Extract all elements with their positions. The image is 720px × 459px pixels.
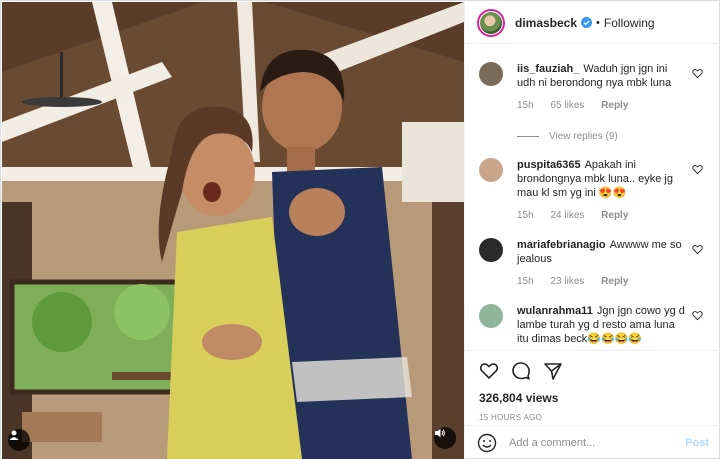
action-icons: [479, 359, 707, 383]
comment-likes[interactable]: 65 likes: [550, 100, 584, 111]
comment-age[interactable]: 15h: [517, 100, 534, 111]
reply-button[interactable]: Reply: [601, 100, 628, 111]
post-comment-button[interactable]: Post: [685, 437, 709, 449]
view-replies-label: View replies (9): [549, 131, 618, 142]
header-separator: •: [596, 16, 600, 29]
author-username[interactable]: dimasbeck: [515, 16, 577, 30]
comment-username[interactable]: iis_fauziah_: [517, 63, 579, 75]
post-actions: 326,804 views 15 HOURS AGO: [465, 350, 720, 422]
reply-button[interactable]: Reply: [601, 210, 628, 221]
share-icon[interactable]: [543, 361, 563, 381]
add-comment-input[interactable]: [509, 436, 686, 449]
comment-age[interactable]: 15h: [517, 276, 534, 287]
comment-body: mariafebrianagio Awwww me so jealous: [517, 238, 687, 266]
comment-username[interactable]: wulanrahma11: [517, 305, 593, 317]
like-comment-heart-icon[interactable]: [692, 68, 703, 79]
user-tag-button[interactable]: [8, 429, 30, 451]
post-video[interactable]: [2, 2, 464, 459]
commenter-avatar[interactable]: [479, 304, 503, 328]
comment-meta: 15h 23 likes Reply: [517, 276, 642, 287]
sound-button[interactable]: [434, 427, 456, 449]
comment-body: puspita6365 Apakah ini brondongnya mbk lu…: [517, 158, 687, 200]
comment-likes[interactable]: 24 likes: [550, 210, 584, 221]
view-replies-button[interactable]: View replies (9): [517, 131, 618, 142]
comment-icon[interactable]: [511, 361, 531, 381]
reply-button[interactable]: Reply: [601, 276, 628, 287]
comment-meta: 15h 24 likes Reply: [517, 210, 642, 221]
sound-icon: [435, 428, 445, 438]
comments-list: iis_fauziah_ Waduh jgn jgn ini udh ni ber…: [465, 45, 720, 350]
video-frame-illustration: [2, 2, 464, 459]
emoji-icon[interactable]: [477, 433, 497, 453]
comment-body: wulanrahma11 Jgn jgn cowo yg d lambe tura…: [517, 304, 687, 346]
view-replies-line: [517, 136, 539, 137]
heart-icon[interactable]: [479, 361, 499, 381]
instagram-post-frame: dimasbeck • Following iis_fauziah_ Waduh …: [0, 0, 720, 459]
user-tag-icon: [9, 430, 19, 440]
verified-badge-icon: [581, 17, 593, 28]
commenter-avatar[interactable]: [479, 62, 503, 86]
post-header: dimasbeck • Following: [465, 2, 720, 44]
comment-likes[interactable]: 23 likes: [550, 276, 584, 287]
comment-body: iis_fauziah_ Waduh jgn jgn ini udh ni ber…: [517, 62, 687, 90]
comment-meta: 15h 65 likes Reply: [517, 100, 642, 111]
like-comment-heart-icon[interactable]: [692, 164, 703, 175]
post-side-panel: dimasbeck • Following iis_fauziah_ Waduh …: [464, 2, 720, 459]
commenter-avatar[interactable]: [479, 158, 503, 182]
post-timestamp[interactable]: 15 HOURS AGO: [479, 413, 707, 422]
comment-username[interactable]: mariafebrianagio: [517, 239, 606, 251]
like-comment-heart-icon[interactable]: [692, 310, 703, 321]
comment-age[interactable]: 15h: [517, 210, 534, 221]
comment-username[interactable]: puspita6365: [517, 159, 581, 171]
following-button[interactable]: Following: [604, 16, 655, 30]
view-count[interactable]: 326,804 views: [479, 391, 707, 405]
add-comment-bar: Post: [465, 425, 720, 459]
author-avatar[interactable]: [477, 8, 505, 37]
like-comment-heart-icon[interactable]: [692, 244, 703, 255]
commenter-avatar[interactable]: [479, 238, 503, 262]
